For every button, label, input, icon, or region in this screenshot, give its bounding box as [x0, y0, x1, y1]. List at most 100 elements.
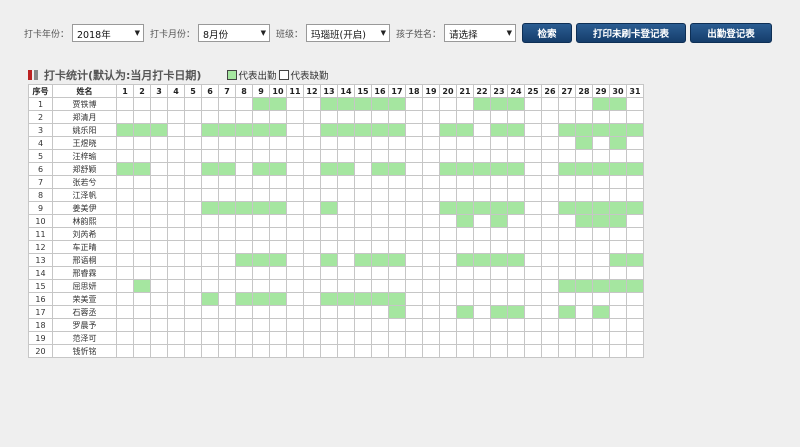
day-cell-absent	[422, 97, 440, 111]
day-cell-present	[456, 214, 474, 228]
day-cell-present	[133, 279, 151, 293]
day-cell-absent	[541, 175, 559, 189]
day-cell-present	[133, 162, 151, 176]
student-name-cell: 车正晴	[52, 240, 117, 254]
day-cell-absent	[184, 331, 202, 345]
day-cell-absent	[592, 149, 610, 163]
day-cell-absent	[609, 292, 627, 306]
day-cell-absent	[218, 292, 236, 306]
day-column-header: 27	[558, 84, 576, 98]
attendance-register-button[interactable]: 出勤登记表	[690, 23, 773, 43]
day-cell-present	[235, 123, 253, 137]
day-cell-absent	[558, 97, 576, 111]
day-cell-absent	[133, 97, 151, 111]
day-cell-absent	[252, 149, 270, 163]
attendance-table: 序号 姓名 1 2 3 4 5 6 7 8 9 10 11 12 13 14 15 16 17 18 19 20 21 2…	[28, 84, 644, 358]
day-cell-absent	[235, 175, 253, 189]
class-select[interactable]: 玛瑙班(开启) ▼	[306, 24, 391, 42]
table-row: 3 姚乐阳	[28, 123, 644, 137]
day-cell-absent	[473, 266, 491, 280]
day-cell-absent	[167, 214, 185, 228]
day-cell-absent	[626, 266, 644, 280]
day-cell-absent	[524, 149, 542, 163]
day-cell-absent	[541, 136, 559, 150]
day-cell-absent	[116, 110, 134, 124]
seq-cell: 14	[28, 266, 53, 280]
day-cell-absent	[422, 266, 440, 280]
search-button[interactable]: 检索	[522, 23, 573, 43]
day-cell-absent	[626, 214, 644, 228]
day-cell-absent	[626, 305, 644, 319]
seq-cell: 18	[28, 318, 53, 332]
day-cell-absent	[558, 292, 576, 306]
day-cell-absent	[167, 136, 185, 150]
child-name-select[interactable]: 请选择 ▼	[444, 24, 517, 42]
student-name-cell: 江泽帆	[52, 188, 117, 202]
year-select[interactable]: 2018年 ▼	[72, 24, 145, 42]
day-cell-absent	[541, 240, 559, 254]
day-cell-absent	[235, 240, 253, 254]
day-cell-absent	[575, 188, 593, 202]
day-cell-absent	[218, 214, 236, 228]
day-cell-absent	[405, 266, 423, 280]
day-cell-absent	[201, 266, 219, 280]
day-cell-absent	[371, 175, 389, 189]
day-cell-present	[269, 123, 287, 137]
seq-cell: 20	[28, 344, 53, 358]
day-cell-absent	[269, 331, 287, 345]
day-cell-absent	[439, 110, 457, 124]
month-select[interactable]: 8月份 ▼	[198, 24, 271, 42]
print-unswiped-button[interactable]: 打印未刷卡登记表	[576, 23, 687, 43]
day-cell-absent	[490, 136, 508, 150]
section-title: 打卡统计(默认为:当月打卡日期)	[44, 69, 202, 82]
day-cell-absent	[133, 318, 151, 332]
day-cell-absent	[252, 136, 270, 150]
day-cell-present	[371, 97, 389, 111]
day-cell-present	[592, 97, 610, 111]
day-cell-absent	[167, 201, 185, 215]
day-cell-present	[337, 162, 355, 176]
day-cell-absent	[371, 240, 389, 254]
day-cell-absent	[507, 279, 525, 293]
day-cell-absent	[405, 162, 423, 176]
day-cell-absent	[456, 97, 474, 111]
title-marker-icon	[34, 70, 38, 80]
day-cell-absent	[439, 227, 457, 241]
day-cell-absent	[167, 227, 185, 241]
day-cell-absent	[405, 318, 423, 332]
day-column-header: 31	[626, 84, 644, 98]
day-cell-absent	[456, 136, 474, 150]
day-cell-present	[592, 123, 610, 137]
day-cell-absent	[388, 344, 406, 358]
day-cell-absent	[507, 149, 525, 163]
table-row: 8 江泽帆	[28, 188, 644, 202]
day-cell-absent	[133, 240, 151, 254]
day-cell-absent	[218, 305, 236, 319]
chevron-down-icon: ▼	[380, 29, 387, 37]
day-cell-absent	[371, 214, 389, 228]
day-cell-absent	[558, 253, 576, 267]
day-cell-absent	[320, 318, 338, 332]
day-cell-present	[252, 97, 270, 111]
day-cell-absent	[388, 318, 406, 332]
day-cell-absent	[490, 188, 508, 202]
day-cell-absent	[422, 344, 440, 358]
day-cell-absent	[286, 162, 304, 176]
day-cell-absent	[422, 318, 440, 332]
day-cell-absent	[456, 331, 474, 345]
day-cell-absent	[218, 175, 236, 189]
day-cell-present	[609, 253, 627, 267]
day-cell-absent	[286, 292, 304, 306]
day-cell-absent	[371, 266, 389, 280]
day-cell-present	[490, 253, 508, 267]
day-cell-present	[456, 162, 474, 176]
day-cell-absent	[541, 279, 559, 293]
day-cell-absent	[422, 201, 440, 215]
day-cell-present	[592, 305, 610, 319]
day-cell-absent	[269, 344, 287, 358]
day-cell-absent	[218, 136, 236, 150]
day-cell-absent	[439, 136, 457, 150]
day-cell-absent	[473, 331, 491, 345]
day-cell-present	[269, 201, 287, 215]
day-cell-absent	[456, 188, 474, 202]
